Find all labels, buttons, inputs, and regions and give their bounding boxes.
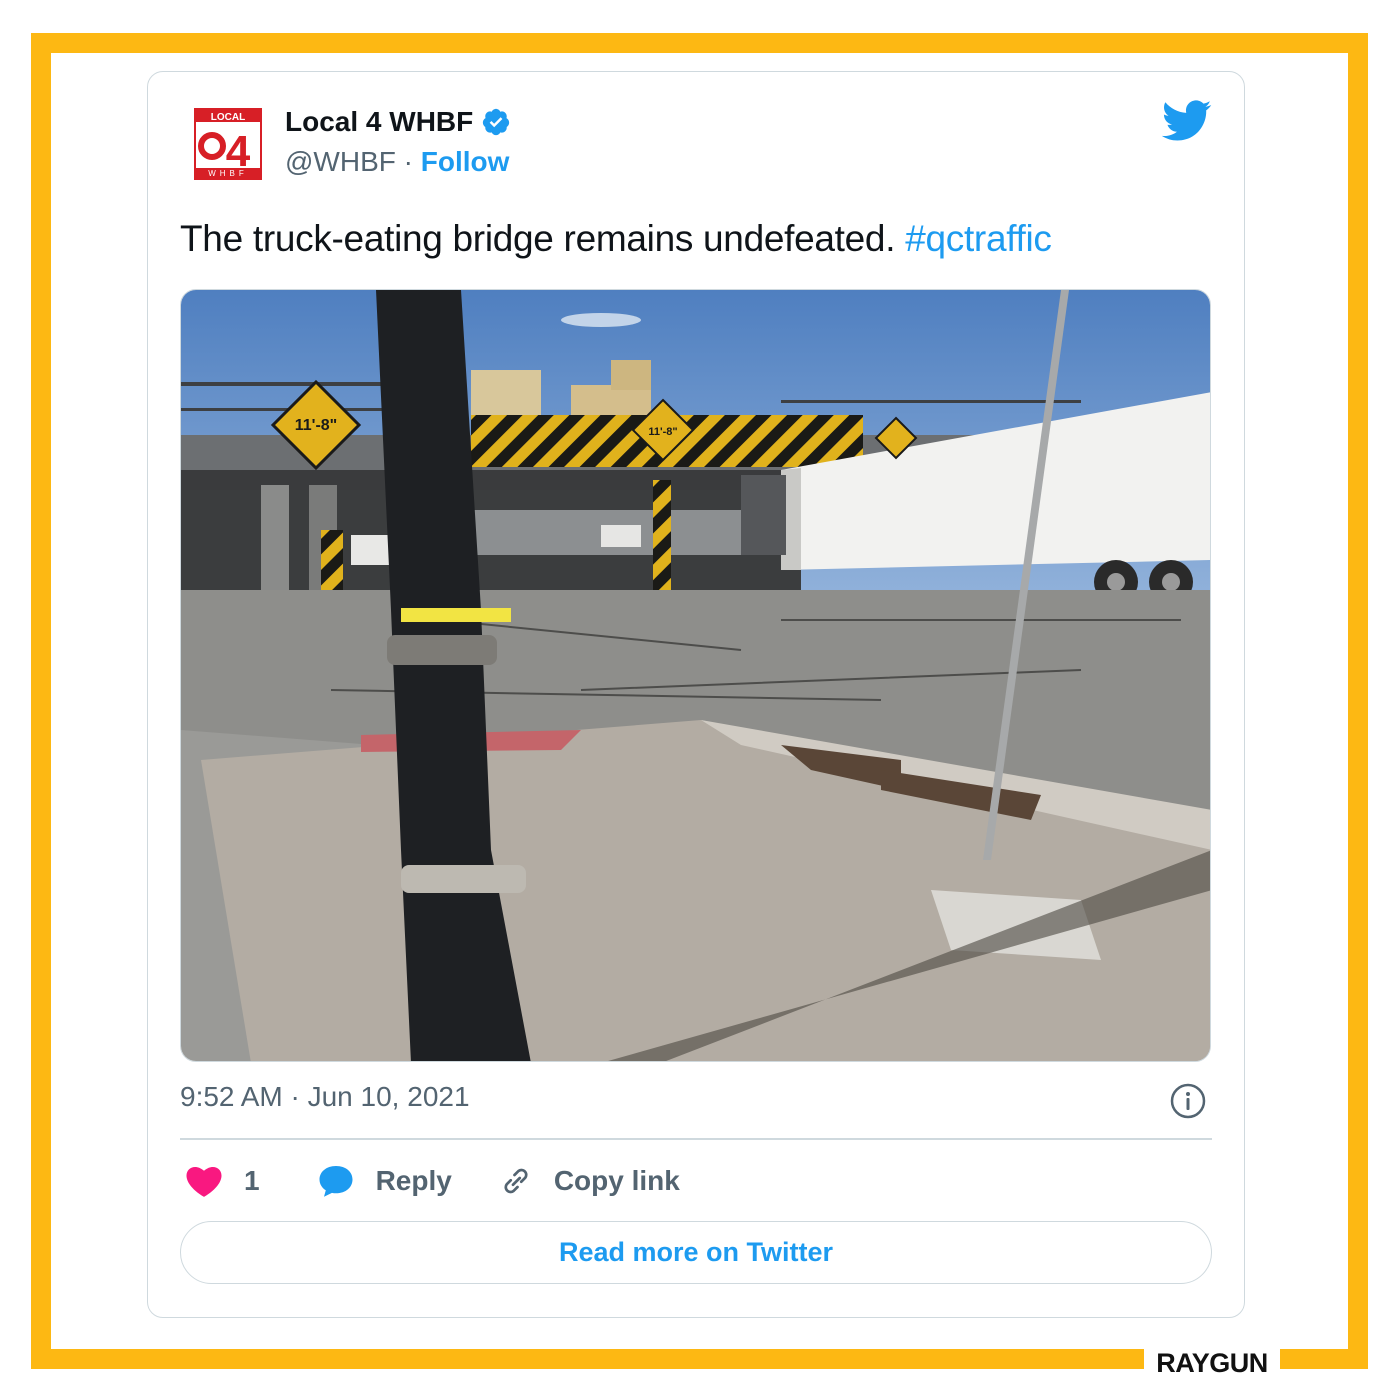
info-icon[interactable] <box>1169 1082 1207 1120</box>
author-name[interactable]: Local 4 WHBF <box>285 106 473 138</box>
heart-icon <box>186 1166 222 1197</box>
author-name-row: Local 4 WHBF <box>285 106 511 138</box>
copy-link-button[interactable]: Copy link <box>498 1163 680 1199</box>
handle-separator: · <box>395 146 421 177</box>
tweet-photo[interactable]: 11'-8" 11'-8" <box>180 289 1211 1062</box>
read-more-button[interactable]: Read more on Twitter <box>180 1221 1212 1284</box>
avatar-text-bottom: WHBF <box>208 169 248 178</box>
tweet-body: The truck-eating bridge remains undefeat… <box>180 218 906 259</box>
verified-badge-icon <box>483 108 510 136</box>
author-avatar[interactable]: LOCAL 4 WHBF <box>194 108 262 180</box>
copy-link-label: Copy link <box>553 1165 680 1196</box>
like-button[interactable]: 1 <box>186 1164 260 1198</box>
like-count: 1 <box>244 1165 260 1196</box>
twitter-bird-icon[interactable] <box>1162 100 1212 142</box>
follow-link[interactable]: Follow <box>421 146 510 177</box>
tweet-text: The truck-eating bridge remains undefeat… <box>180 218 1052 260</box>
svg-text:11'-8": 11'-8" <box>648 426 677 438</box>
hashtag-link[interactable]: #qctraffic <box>905 218 1052 259</box>
speech-bubble-icon <box>319 1166 353 1197</box>
reply-button[interactable]: Reply <box>318 1164 452 1198</box>
author-handle[interactable]: @WHBF <box>285 146 396 177</box>
tweet-actions: 1 Reply Copy link <box>186 1158 680 1204</box>
avatar-text-top: LOCAL <box>211 112 245 123</box>
handle-row: @WHBF · Follow <box>285 146 509 178</box>
bridge-photo: 11'-8" 11'-8" <box>181 290 1210 1061</box>
tweet-timestamp[interactable]: 9:52 AM · Jun 10, 2021 <box>180 1081 470 1113</box>
chain-link-icon <box>504 1168 528 1194</box>
reply-label: Reply <box>375 1165 452 1196</box>
svg-text:11'-8": 11'-8" <box>295 417 338 434</box>
raygun-logo: RAYGUN <box>1144 1343 1280 1383</box>
divider <box>180 1138 1212 1140</box>
